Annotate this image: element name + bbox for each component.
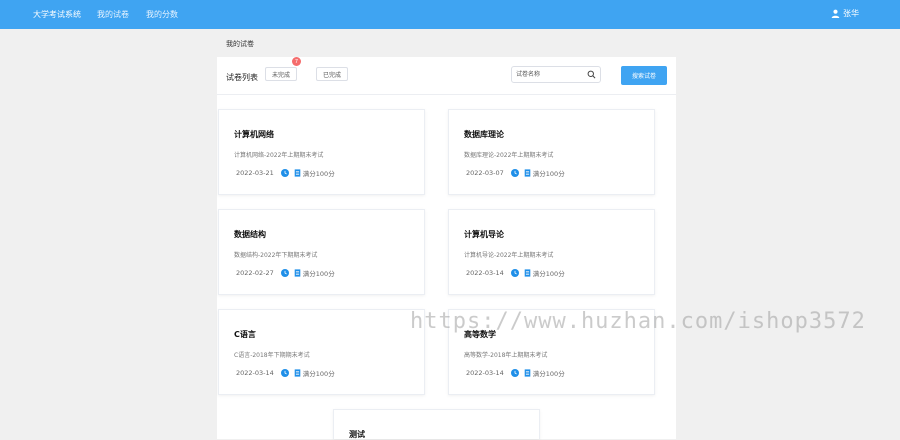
exam-meta: 2022-03-07 满分100分 — [466, 168, 565, 178]
exam-title: 测试 — [349, 430, 365, 439]
exam-description: 数据结构-2022年下期期末考试 — [234, 252, 318, 259]
exam-card[interactable]: 计算机网络 计算机网络-2022年上期期末考试 2022-03-21 满分100… — [218, 109, 425, 195]
clock-icon — [510, 369, 519, 377]
clock-icon — [280, 369, 289, 377]
search-button[interactable]: 搜索试卷 — [621, 66, 667, 85]
exam-score: 满分100分 — [302, 170, 335, 178]
exam-title: 数据结构 — [234, 230, 266, 239]
document-icon — [294, 369, 301, 377]
exam-description: 计算机网络-2022年上期期末考试 — [234, 152, 324, 159]
exam-description: 数据库理论-2022年上期期末考试 — [464, 152, 554, 159]
tab-finished[interactable]: 已完成 — [316, 67, 348, 81]
watermark-text: https://www.huzhan.com/ishop3572 — [410, 309, 866, 334]
exam-date: 2022-03-14 — [466, 269, 504, 277]
exam-title: 计算机网络 — [234, 130, 274, 139]
document-icon — [524, 269, 531, 277]
exam-description: C语言-2018年下期期末考试 — [234, 352, 310, 359]
document-icon — [294, 169, 301, 177]
tab-unfinished[interactable]: 未完成 — [265, 67, 297, 81]
exam-title: 计算机导论 — [464, 230, 504, 239]
search-icon[interactable] — [587, 70, 596, 79]
user-name: 张华 — [843, 9, 859, 18]
exam-meta: 2022-03-14 满分100分 — [236, 368, 335, 378]
exam-meta: 2022-03-21 满分100分 — [236, 168, 335, 178]
clock-icon — [280, 169, 289, 177]
exam-score: 满分100分 — [532, 370, 565, 378]
nav-my-exams[interactable]: 我的试卷 — [97, 9, 129, 20]
exam-card[interactable]: 计算机导论 计算机导论-2022年上期期末考试 2022-03-14 满分100… — [448, 209, 655, 295]
exam-meta: 2022-02-27 满分100分 — [236, 268, 335, 278]
user-icon — [831, 9, 840, 18]
exam-score: 满分100分 — [532, 170, 565, 178]
exam-date: 2022-02-27 — [236, 269, 274, 277]
page-title: 我的试卷 — [226, 40, 254, 48]
document-icon — [294, 269, 301, 277]
exam-description: 高等数学-2018年上期期末考试 — [464, 352, 548, 359]
nav-my-scores[interactable]: 我的分数 — [146, 9, 178, 20]
exam-description: 计算机导论-2022年上期期末考试 — [464, 252, 554, 259]
exam-score: 满分100分 — [302, 370, 335, 378]
document-icon — [524, 169, 531, 177]
exam-date: 2022-03-07 — [466, 169, 504, 177]
exam-meta: 2022-03-14 满分100分 — [466, 268, 565, 278]
exam-date: 2022-03-14 — [466, 369, 504, 377]
exam-title: 数据库理论 — [464, 130, 504, 139]
exam-date: 2022-03-14 — [236, 369, 274, 377]
exam-title: C语言 — [234, 330, 256, 339]
app-title: 大学考试系统 — [33, 10, 81, 19]
exam-card[interactable]: 数据结构 数据结构-2022年下期期末考试 2022-02-27 满分100分 — [218, 209, 425, 295]
top-navbar: 大学考试系统 我的试卷 我的分数 张华 — [0, 0, 900, 29]
exam-card[interactable]: 数据库理论 数据库理论-2022年上期期末考试 2022-03-07 满分100… — [448, 109, 655, 195]
exam-score: 满分100分 — [532, 270, 565, 278]
exam-toolbar: 试卷列表 未完成 7 已完成 搜索试卷 — [217, 57, 676, 95]
clock-icon — [510, 169, 519, 177]
exam-score: 满分100分 — [302, 270, 335, 278]
unfinished-count-badge: 7 — [292, 57, 301, 66]
user-menu[interactable]: 张华 — [831, 8, 859, 19]
exam-date: 2022-03-21 — [236, 169, 274, 177]
exam-list-label: 试卷列表 — [226, 73, 258, 82]
exam-meta: 2022-03-14 满分100分 — [466, 368, 565, 378]
exam-card[interactable]: C语言 C语言-2018年下期期末考试 2022-03-14 满分100分 — [218, 309, 425, 395]
search-box — [511, 66, 601, 83]
clock-icon — [510, 269, 519, 277]
search-input[interactable] — [516, 69, 586, 80]
exam-card[interactable]: 测试 — [333, 409, 540, 439]
clock-icon — [280, 269, 289, 277]
document-icon — [524, 369, 531, 377]
